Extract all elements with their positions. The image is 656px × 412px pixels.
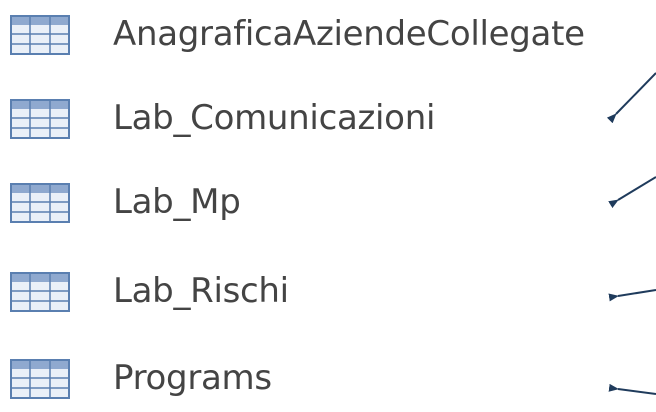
table-list: AnagraficaAziendeCollegate Lab_Comunicaz…	[0, 0, 656, 412]
table-label: AnagraficaAziendeCollegate	[113, 14, 585, 54]
table-icon	[10, 359, 70, 399]
table-item-lab-comunicazioni[interactable]: Lab_Comunicazioni	[0, 90, 656, 150]
table-label: Programs	[113, 358, 272, 398]
table-icon	[10, 272, 70, 312]
table-icon	[10, 15, 70, 55]
table-label: Lab_Rischi	[113, 271, 289, 311]
table-item-lab-rischi[interactable]: Lab_Rischi	[0, 263, 656, 323]
table-label: Lab_Comunicazioni	[113, 98, 436, 138]
table-label: Lab_Mp	[113, 182, 241, 222]
table-item-programs[interactable]: Programs	[0, 350, 656, 410]
table-item-anagrafica-aziende-collegate[interactable]: AnagraficaAziendeCollegate	[0, 6, 656, 66]
table-icon	[10, 99, 70, 139]
table-icon	[10, 183, 70, 223]
table-item-lab-mp[interactable]: Lab_Mp	[0, 174, 656, 234]
